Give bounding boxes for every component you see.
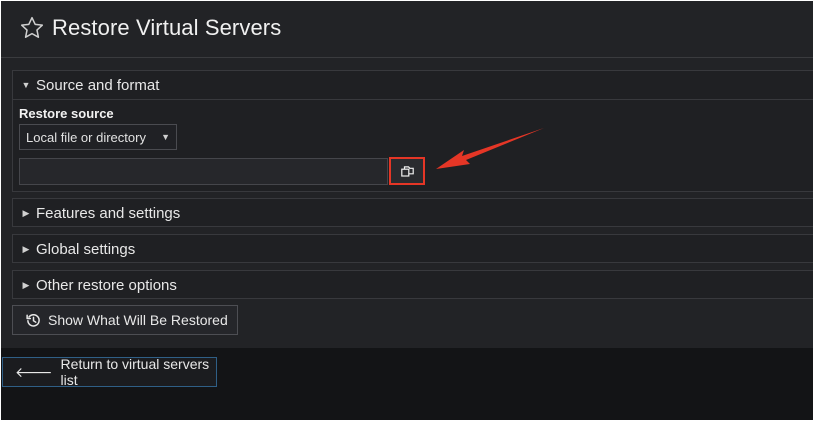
annotation-arrow-icon (436, 128, 544, 169)
button-label: Return to virtual servers list (60, 356, 210, 388)
page-title: Restore Virtual Servers (52, 15, 282, 40)
restore-path-input[interactable] (19, 158, 388, 185)
triangle-right-icon: ▶ (22, 207, 30, 218)
section-header-source[interactable]: ▼ Source and format (13, 71, 813, 100)
return-to-list-button[interactable]: 🡐 Return to virtual servers list (2, 356, 217, 388)
section-header-other[interactable]: ▶ Other restore options (13, 271, 813, 299)
triangle-right-icon: ▶ (22, 279, 30, 290)
main-content: ▼ Source and format Restore source Local… (1, 58, 813, 348)
show-what-will-be-restored-button[interactable]: Show What Will Be Restored (12, 305, 238, 335)
section-global-settings[interactable]: ▶ Global settings (12, 234, 813, 263)
section-title: Global settings (36, 240, 136, 258)
file-chooser-icon (400, 165, 414, 177)
section-header-features[interactable]: ▶ Features and settings (13, 199, 813, 227)
section-other-restore-options[interactable]: ▶ Other restore options (12, 270, 813, 299)
button-label: Show What Will Be Restored (48, 312, 228, 328)
triangle-right-icon: ▶ (22, 243, 30, 254)
dropdown-arrow-icon: ▼ (161, 132, 170, 142)
section-header-global[interactable]: ▶ Global settings (13, 235, 813, 263)
section-title: Source and format (36, 76, 160, 94)
triangle-down-icon: ▼ (21, 80, 31, 90)
section-source-and-format: ▼ Source and format Restore source Local… (12, 70, 813, 192)
file-chooser-button[interactable] (389, 157, 425, 185)
section-title: Features and settings (36, 204, 181, 222)
star-icon[interactable] (19, 15, 45, 41)
section-title: Other restore options (36, 276, 177, 294)
page-header: Restore Virtual Servers (1, 1, 813, 58)
section-features-and-settings[interactable]: ▶ Features and settings (12, 198, 813, 227)
select-value: Local file or directory (26, 129, 146, 145)
restore-source-label: Restore source (19, 106, 114, 121)
history-icon (26, 313, 40, 327)
restore-source-select[interactable]: Local file or directory ▼ (19, 124, 177, 150)
app-frame: Restore Virtual Servers ▼ Source and for… (1, 1, 813, 420)
left-arrow-icon: 🡐 (15, 363, 53, 380)
